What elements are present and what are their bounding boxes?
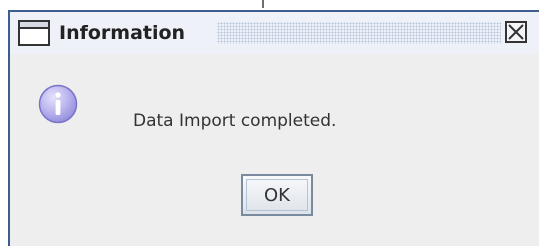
close-button[interactable]	[505, 21, 527, 43]
dialog-message: Data Import completed.	[133, 111, 337, 131]
information-dialog: Information Data Import completed. OK	[8, 10, 539, 246]
dialog-title: Information	[59, 22, 186, 44]
info-icon	[38, 84, 78, 124]
background-window-edge	[262, 0, 264, 8]
close-icon	[508, 24, 524, 40]
titlebar-texture	[217, 22, 501, 44]
ok-button[interactable]: OK	[241, 174, 313, 216]
dialog-content: Data Import completed. OK	[10, 54, 539, 246]
screen: Information Data Import completed. OK	[0, 0, 539, 246]
dialog-titlebar[interactable]: Information	[10, 12, 539, 54]
window-icon	[18, 20, 50, 46]
